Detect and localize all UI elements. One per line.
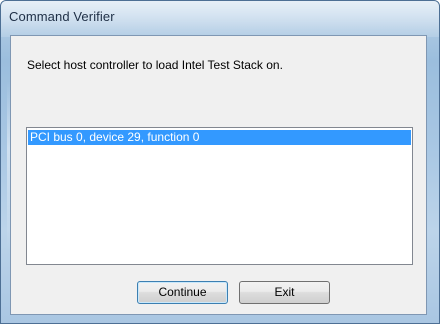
continue-button[interactable]: Continue xyxy=(137,281,228,304)
dialog-client-area: Select host controller to load Intel Tes… xyxy=(10,35,427,315)
window-title: Command Verifier xyxy=(9,9,115,24)
host-controller-list[interactable]: PCI bus 0, device 29, function 0 xyxy=(26,127,413,265)
instruction-text: Select host controller to load Intel Tes… xyxy=(27,58,283,72)
exit-button[interactable]: Exit xyxy=(239,281,330,304)
dialog-window: Command Verifier Select host controller … xyxy=(0,0,440,324)
list-item[interactable]: PCI bus 0, device 29, function 0 xyxy=(28,130,411,145)
